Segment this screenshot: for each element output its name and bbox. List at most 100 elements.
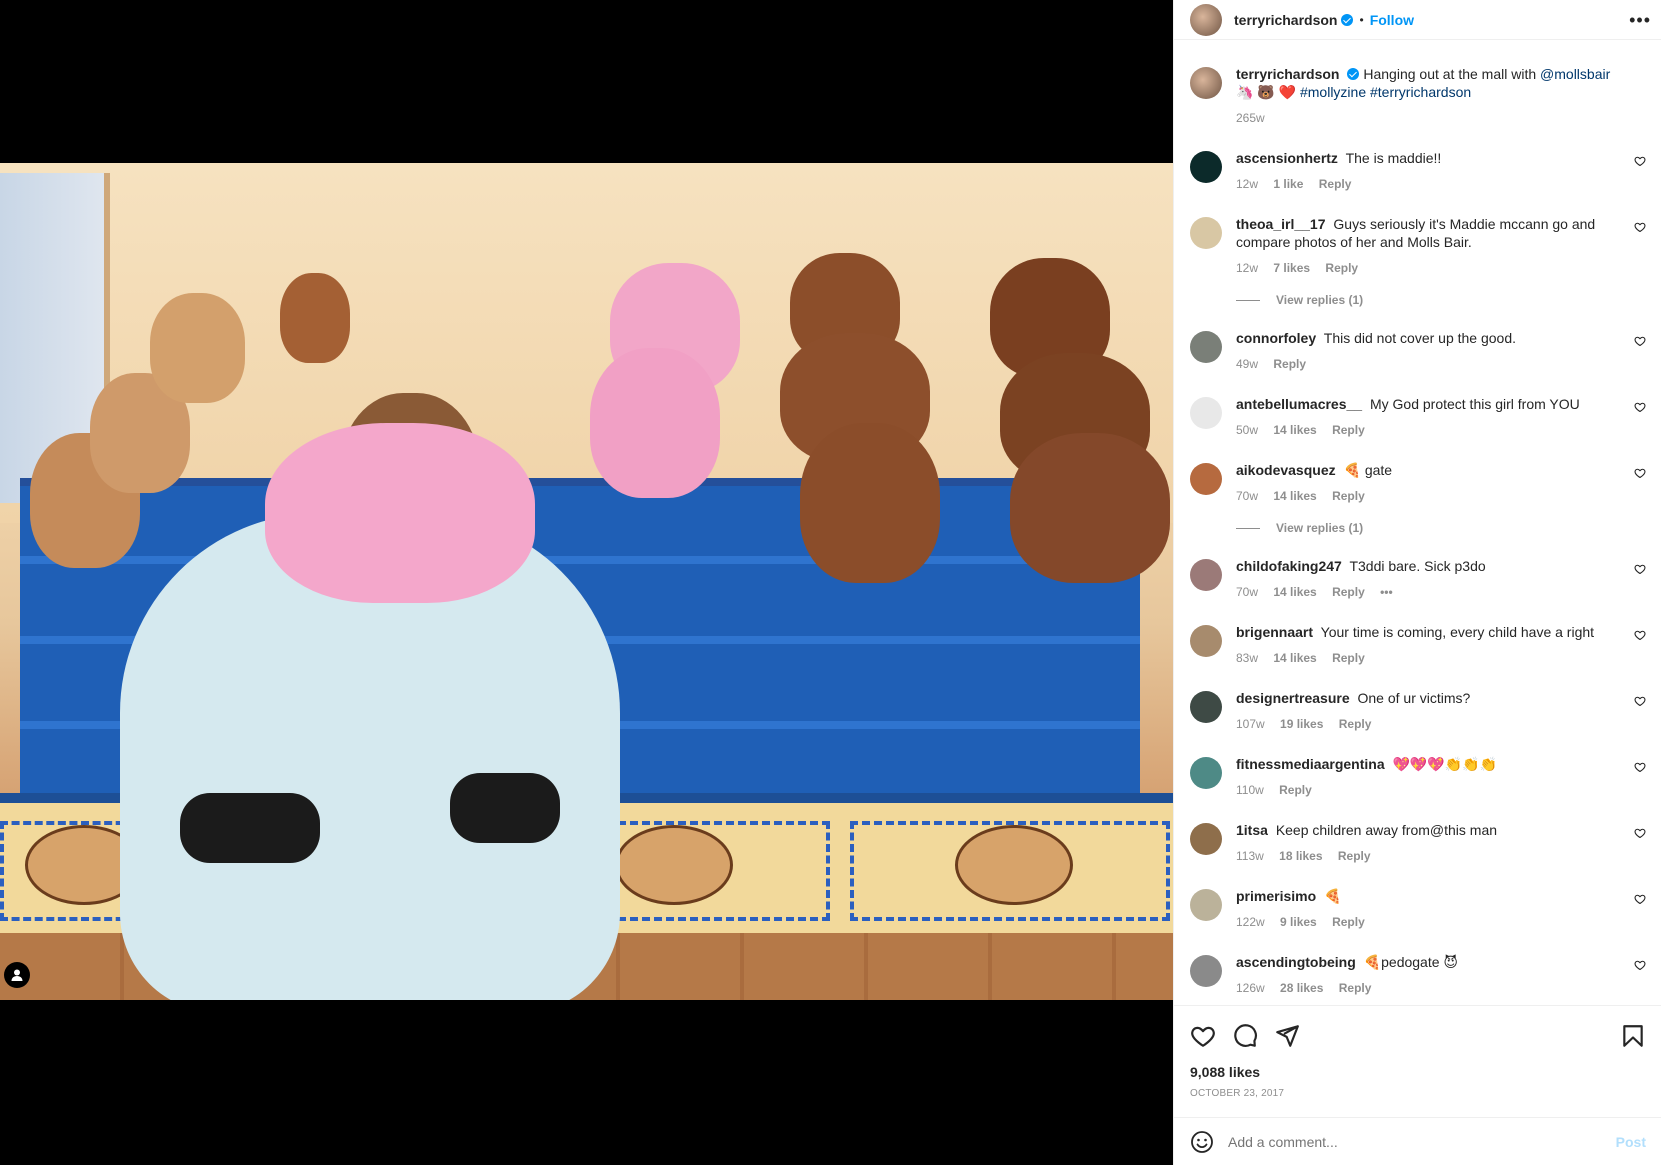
comment-like-heart-icon[interactable]: [1634, 335, 1646, 347]
comment-likes[interactable]: 14 likes: [1273, 651, 1316, 665]
bookmark-icon[interactable]: [1620, 1023, 1646, 1049]
reply-button[interactable]: Reply: [1325, 261, 1358, 275]
comment-more-icon[interactable]: •••: [1380, 585, 1393, 599]
reply-button[interactable]: Reply: [1332, 915, 1365, 929]
comment-likes[interactable]: 1 like: [1273, 177, 1303, 191]
comment-likes[interactable]: 14 likes: [1273, 585, 1316, 599]
comment-likes[interactable]: 9 likes: [1280, 915, 1317, 929]
caption-username[interactable]: terryrichardson: [1236, 66, 1339, 82]
comment-like-heart-icon[interactable]: [1634, 155, 1646, 167]
heart-icon[interactable]: [1190, 1023, 1216, 1049]
comment-text: Keep children away from@this man: [1275, 822, 1498, 838]
commenter-username[interactable]: aikodevasquez: [1236, 462, 1336, 478]
comment-text: 💖💖💖👏👏👏: [1392, 756, 1498, 772]
view-replies-line: [1236, 527, 1260, 529]
commenter-avatar[interactable]: [1190, 691, 1222, 723]
emoji-icon[interactable]: [1190, 1130, 1214, 1154]
caption-mention[interactable]: @mollsbair: [1540, 66, 1610, 82]
reply-button[interactable]: Reply: [1339, 717, 1372, 731]
comment-like-heart-icon[interactable]: [1634, 761, 1646, 773]
commenter-username[interactable]: childofaking247: [1236, 558, 1342, 574]
comment-like-heart-icon[interactable]: [1634, 221, 1646, 233]
comment-time: 83w: [1236, 651, 1259, 665]
comment-time: 126w: [1236, 981, 1265, 995]
post-comment-button[interactable]: Post: [1616, 1134, 1646, 1150]
comment-likes[interactable]: 19 likes: [1280, 717, 1323, 731]
commenter-avatar[interactable]: [1190, 151, 1222, 183]
comment-time: 12w: [1236, 261, 1259, 275]
comment-like-heart-icon[interactable]: [1634, 563, 1646, 575]
commenter-avatar[interactable]: [1190, 889, 1222, 921]
commenter-avatar[interactable]: [1190, 559, 1222, 591]
commenter-avatar[interactable]: [1190, 397, 1222, 429]
plush-toy: [280, 273, 350, 363]
commenter-avatar[interactable]: [1190, 463, 1222, 495]
comment-like-heart-icon[interactable]: [1634, 629, 1646, 641]
commenter-username[interactable]: designertreasure: [1236, 690, 1350, 706]
plush-toy: [800, 423, 940, 583]
commenter-avatar[interactable]: [1190, 757, 1222, 789]
comment-time: 122w: [1236, 915, 1265, 929]
reply-button[interactable]: Reply: [1332, 423, 1365, 437]
more-icon[interactable]: •••: [1629, 10, 1651, 31]
comment-text: My God protect this girl from YOU: [1369, 396, 1580, 412]
comment-icon[interactable]: [1232, 1023, 1258, 1049]
reply-button[interactable]: Reply: [1339, 981, 1372, 995]
comment-like-heart-icon[interactable]: [1634, 959, 1646, 971]
commenter-avatar[interactable]: [1190, 217, 1222, 249]
commenter-avatar[interactable]: [1190, 625, 1222, 657]
post-date: OCTOBER 23, 2017: [1190, 1088, 1285, 1099]
comment-likes[interactable]: 14 likes: [1273, 489, 1316, 503]
comment-likes[interactable]: 14 likes: [1273, 423, 1316, 437]
comment-like-heart-icon[interactable]: [1634, 401, 1646, 413]
comment-like-heart-icon[interactable]: [1634, 695, 1646, 707]
post-media[interactable]: [0, 0, 1173, 1165]
caption-hashtags[interactable]: #mollyzine #terryrichardson: [1300, 84, 1471, 100]
comment-text: T3ddi bare. Sick p3do: [1349, 558, 1486, 574]
author-avatar[interactable]: [1190, 3, 1222, 36]
likes-count[interactable]: 9,088 likes: [1190, 1064, 1646, 1080]
commenter-avatar[interactable]: [1190, 331, 1222, 363]
commenter-username[interactable]: brigennaart: [1236, 624, 1313, 640]
reply-button[interactable]: Reply: [1332, 585, 1365, 599]
post-actions: 9,088 likes OCTOBER 23, 2017: [1174, 1005, 1661, 1099]
comment-likes[interactable]: 28 likes: [1280, 981, 1323, 995]
comment-time: 70w: [1236, 585, 1259, 599]
view-replies-button[interactable]: View replies (1): [1236, 293, 1646, 307]
commenter-username[interactable]: fitnessmediaargentina: [1236, 756, 1385, 772]
comment-likes[interactable]: 18 likes: [1279, 849, 1322, 863]
reply-button[interactable]: Reply: [1332, 489, 1365, 503]
view-replies-button[interactable]: View replies (1): [1236, 521, 1646, 535]
comment-text: The is maddie!!: [1345, 150, 1442, 166]
reply-button[interactable]: Reply: [1319, 177, 1352, 191]
commenter-username[interactable]: ascendingtobeing: [1236, 954, 1356, 970]
comment-like-heart-icon[interactable]: [1634, 893, 1646, 905]
post-header: terryrichardson • Follow •••: [1174, 0, 1661, 40]
commenter-username[interactable]: connorfoley: [1236, 330, 1316, 346]
comment-item: designertreasure One of ur victims? 107w…: [1190, 689, 1646, 733]
comment-time: 70w: [1236, 489, 1259, 503]
commenter-username[interactable]: 1itsa: [1236, 822, 1268, 838]
comment-like-heart-icon[interactable]: [1634, 467, 1646, 479]
comment-likes[interactable]: 7 likes: [1273, 261, 1310, 275]
commenter-avatar[interactable]: [1190, 955, 1222, 987]
user-tag-icon[interactable]: [4, 962, 30, 988]
commenter-username[interactable]: theoa_irl__17: [1236, 216, 1326, 232]
comment-like-heart-icon[interactable]: [1634, 827, 1646, 839]
reply-button[interactable]: Reply: [1332, 651, 1365, 665]
comment-input[interactable]: [1228, 1133, 1616, 1150]
author-username[interactable]: terryrichardson: [1234, 12, 1337, 28]
commenter-avatar[interactable]: [1190, 823, 1222, 855]
reply-button[interactable]: Reply: [1279, 783, 1312, 797]
comments-list[interactable]: terryrichardson Hanging out at the mall …: [1174, 55, 1661, 1005]
separator-dot: •: [1359, 12, 1364, 27]
commenter-username[interactable]: primerisimo: [1236, 888, 1316, 904]
photo-shoe: [450, 773, 560, 843]
follow-button[interactable]: Follow: [1370, 12, 1414, 28]
reply-button[interactable]: Reply: [1338, 849, 1371, 863]
commenter-username[interactable]: antebellumacres__: [1236, 396, 1362, 412]
commenter-username[interactable]: ascensionhertz: [1236, 150, 1338, 166]
author-avatar[interactable]: [1190, 67, 1222, 99]
reply-button[interactable]: Reply: [1273, 357, 1306, 371]
share-icon[interactable]: [1274, 1023, 1300, 1049]
